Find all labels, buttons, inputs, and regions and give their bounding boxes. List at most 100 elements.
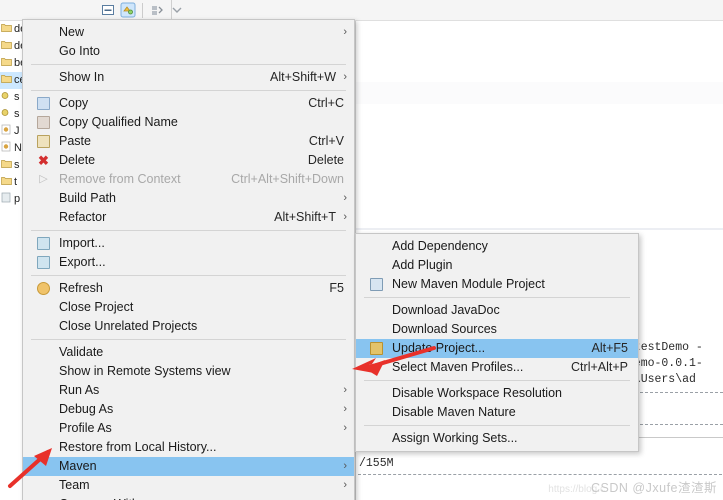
folder-icon bbox=[1, 73, 12, 84]
menu-item-compare-with[interactable]: Compare With › bbox=[23, 495, 354, 500]
menu-item-show-in[interactable]: Show In Alt+Shift+W › bbox=[23, 68, 354, 87]
menu-item-team[interactable]: Team › bbox=[23, 476, 354, 495]
export-icon bbox=[37, 256, 50, 269]
submenu-item-add-plugin[interactable]: Add Plugin bbox=[356, 256, 638, 275]
menu-separator bbox=[31, 90, 346, 91]
submenu-item-new-maven-module-project[interactable]: New Maven Module Project bbox=[356, 275, 638, 294]
menu-item-accelerator: Ctrl+C bbox=[308, 96, 344, 110]
menu-item-accelerator: Delete bbox=[307, 153, 344, 167]
chevron-right-icon: › bbox=[343, 26, 347, 38]
tree-item-label: s bbox=[14, 91, 20, 103]
tree-item-label: s bbox=[14, 159, 20, 171]
menu-item-show-in-remote-systems-view[interactable]: Show in Remote Systems view bbox=[23, 362, 354, 381]
console-line: /155M bbox=[359, 457, 394, 470]
menu-item-accelerator: F5 bbox=[329, 281, 344, 295]
chevron-right-icon: › bbox=[343, 495, 347, 500]
maven-submenu[interactable]: Add Dependency Add Plugin New Maven Modu… bbox=[355, 233, 639, 452]
editor-bottom-divider bbox=[356, 228, 723, 230]
submenu-item-add-dependency[interactable]: Add Dependency bbox=[356, 237, 638, 256]
menu-item-copy-qualified-name[interactable]: Copy Qualified Name bbox=[23, 113, 354, 132]
menu-item-accelerator: Ctrl+V bbox=[308, 134, 344, 148]
chevron-right-icon: › bbox=[343, 460, 347, 472]
collapse-all-icon[interactable] bbox=[100, 2, 116, 18]
menu-separator bbox=[31, 64, 346, 65]
watermark: CSDN @Jxufe渣渣斯 bbox=[591, 481, 717, 495]
chevron-right-icon: › bbox=[343, 479, 347, 491]
folder-icon bbox=[1, 39, 12, 50]
menu-item-close-project[interactable]: Close Project bbox=[23, 298, 354, 317]
menu-separator bbox=[31, 339, 346, 340]
menu-item-accelerator: Ctrl+Alt+P bbox=[571, 360, 628, 374]
tree-item-label: s bbox=[14, 108, 20, 120]
screen-root: der der ber ces s s J N s t p e testDemo… bbox=[0, 0, 723, 500]
chevron-right-icon: › bbox=[343, 384, 347, 396]
menu-item-build-path[interactable]: Build Path › bbox=[23, 189, 354, 208]
menu-item-profile-as[interactable]: Profile As › bbox=[23, 419, 354, 438]
view-menu-icon[interactable] bbox=[149, 2, 165, 18]
submenu-item-download-sources[interactable]: Download Sources bbox=[356, 320, 638, 339]
submenu-item-disable-workspace-resolution[interactable]: Disable Workspace Resolution bbox=[356, 384, 638, 403]
menu-item-accelerator: Alt+Shift+W bbox=[270, 70, 336, 84]
link-with-editor-icon[interactable] bbox=[120, 2, 136, 18]
menu-item-refresh[interactable]: Refresh F5 bbox=[23, 279, 354, 298]
chevron-right-icon: › bbox=[343, 422, 347, 434]
delete-icon: ✖ bbox=[38, 153, 49, 168]
menu-item-refactor[interactable]: Refactor Alt+Shift+T › bbox=[23, 208, 354, 227]
menu-item-close-unrelated-projects[interactable]: Close Unrelated Projects bbox=[23, 317, 354, 336]
menu-item-import[interactable]: Import... bbox=[23, 234, 354, 253]
chevron-right-icon: › bbox=[343, 211, 347, 223]
chevron-right-icon: › bbox=[343, 71, 347, 83]
menu-item-export[interactable]: Export... bbox=[23, 253, 354, 272]
tree-item-label: t bbox=[14, 176, 18, 188]
tree-item-label: N bbox=[14, 142, 22, 154]
folder-icon bbox=[1, 175, 12, 186]
menu-separator bbox=[31, 230, 346, 231]
package-icon bbox=[1, 107, 12, 118]
project-context-menu[interactable]: New › Go Into Show In Alt+Shift+W › Copy… bbox=[22, 19, 355, 500]
menu-item-validate[interactable]: Validate bbox=[23, 343, 354, 362]
submenu-item-assign-working-sets[interactable]: Assign Working Sets... bbox=[356, 429, 638, 448]
menu-item-restore-from-local-history[interactable]: Restore from Local History... bbox=[23, 438, 354, 457]
chevron-right-icon: › bbox=[343, 403, 347, 415]
menu-item-copy[interactable]: Copy Ctrl+C bbox=[23, 94, 354, 113]
tree-item-label: p bbox=[14, 193, 21, 205]
submenu-item-download-javadoc[interactable]: Download JavaDoc bbox=[356, 301, 638, 320]
folder-icon bbox=[1, 56, 12, 67]
maven-update-icon bbox=[370, 342, 383, 355]
submenu-item-disable-maven-nature[interactable]: Disable Maven Nature bbox=[356, 403, 638, 422]
submenu-item-select-maven-profiles[interactable]: Select Maven Profiles... Ctrl+Alt+P bbox=[356, 358, 638, 377]
menu-item-accelerator: Alt+Shift+T bbox=[274, 210, 336, 224]
toolbar-divider bbox=[171, 0, 172, 21]
folder-icon bbox=[1, 22, 12, 33]
menu-item-go-into[interactable]: Go Into bbox=[23, 42, 354, 61]
menu-item-delete[interactable]: ✖ Delete Delete bbox=[23, 151, 354, 170]
toolbar-icon-group bbox=[100, 2, 185, 18]
menu-separator bbox=[31, 275, 346, 276]
xml-file-icon bbox=[1, 192, 12, 203]
menu-item-accelerator: Alt+F5 bbox=[591, 341, 628, 355]
toolbar-separator bbox=[142, 2, 143, 18]
menu-item-run-as[interactable]: Run As › bbox=[23, 381, 354, 400]
copy-icon bbox=[37, 97, 50, 110]
import-icon bbox=[37, 237, 50, 250]
menu-item-remove-from-context: ▷ Remove from Context Ctrl+Alt+Shift+Dow… bbox=[23, 170, 354, 189]
menu-separator bbox=[364, 380, 630, 381]
menu-item-paste[interactable]: Paste Ctrl+V bbox=[23, 132, 354, 151]
menu-separator bbox=[364, 425, 630, 426]
submenu-item-update-project[interactable]: Update Project... Alt+F5 bbox=[356, 339, 638, 358]
chevron-right-icon: › bbox=[343, 192, 347, 204]
menu-separator bbox=[364, 297, 630, 298]
folder-icon bbox=[1, 158, 12, 169]
menu-item-maven[interactable]: Maven › bbox=[23, 457, 354, 476]
refresh-icon bbox=[37, 282, 50, 295]
tree-item-label: J bbox=[14, 125, 20, 137]
remove-context-icon: ▷ bbox=[39, 173, 48, 185]
java-file-icon bbox=[1, 141, 12, 152]
paste-icon bbox=[37, 135, 50, 148]
ide-toolbar bbox=[0, 0, 723, 21]
menu-item-new[interactable]: New › bbox=[23, 23, 354, 42]
copy-qualified-icon bbox=[37, 116, 50, 129]
package-icon bbox=[1, 90, 12, 101]
java-file-icon bbox=[1, 124, 12, 135]
menu-item-debug-as[interactable]: Debug As › bbox=[23, 400, 354, 419]
